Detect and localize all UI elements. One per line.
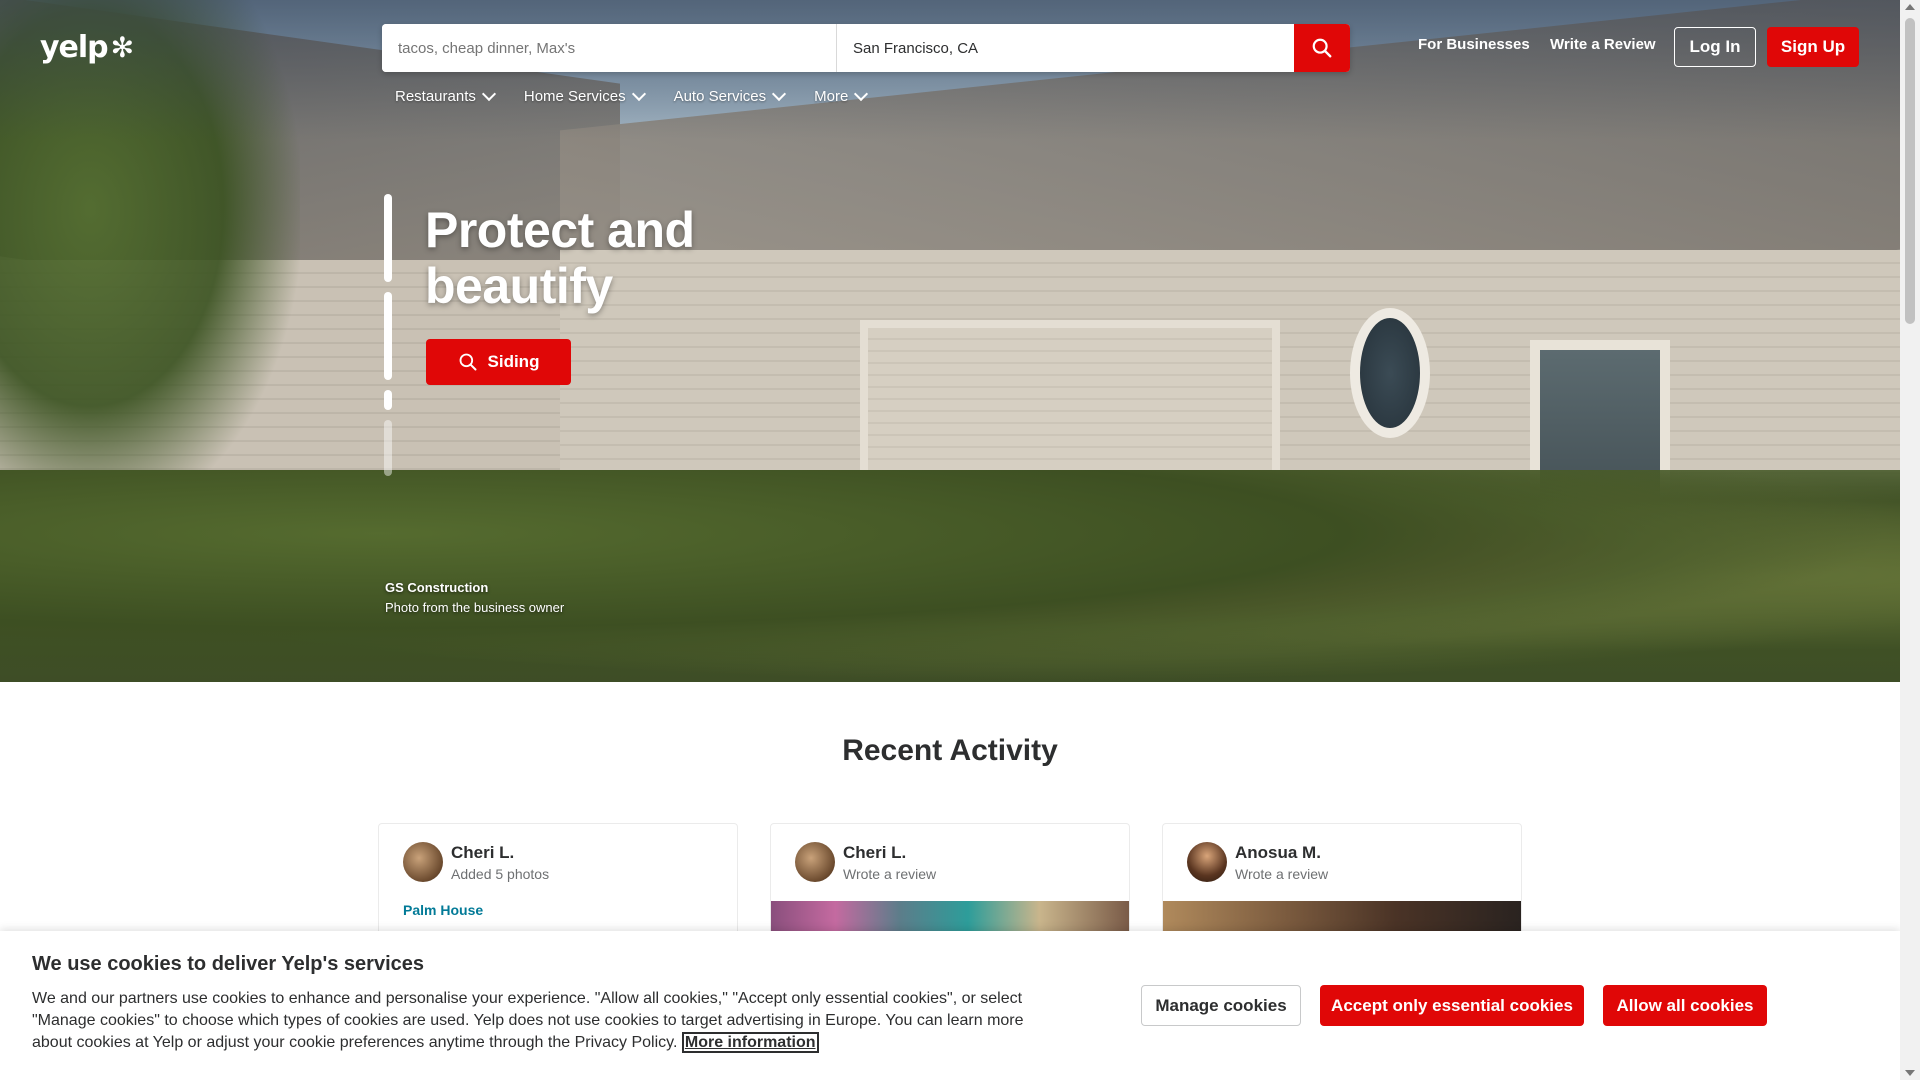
cookie-title: We use cookies to deliver Yelp's service… [32, 953, 425, 975]
photo-credit-business[interactable]: GS Construction [385, 578, 564, 598]
activity-user-name[interactable]: Cheri L. [451, 843, 514, 863]
avatar[interactable] [403, 842, 443, 882]
photo-credit-caption: Photo from the business owner [385, 600, 565, 615]
search-near-input[interactable] [837, 24, 1294, 72]
activity-action: Wrote a review [843, 866, 937, 882]
activity-user-name[interactable]: Cheri L. [843, 843, 906, 863]
carousel-segment[interactable] [384, 390, 392, 410]
activity-action: Wrote a review [1235, 866, 1329, 882]
yelp-logo[interactable]: yelp ✻ [40, 30, 134, 65]
hero-photo-round-window [1350, 308, 1430, 438]
logo-text: yelp [40, 30, 109, 65]
photo-credit: GS Construction Photo from the business … [385, 578, 564, 618]
search-icon [1312, 38, 1332, 58]
carousel-segment-active[interactable] [384, 194, 392, 282]
hero-photo-hedge [0, 470, 1900, 682]
carousel-segment[interactable] [384, 292, 392, 380]
allow-all-cookies-button[interactable]: Allow all cookies [1603, 985, 1767, 1026]
hero-title: Protect and beautify [425, 202, 695, 314]
carousel-segment[interactable] [384, 420, 392, 476]
cookie-body: We and our partners use cookies to enhan… [32, 988, 1032, 1054]
manage-cookies-button[interactable]: Manage cookies [1141, 985, 1301, 1026]
sign-up-button[interactable]: Sign Up [1767, 27, 1859, 67]
cookie-body-text: We and our partners use cookies to enhan… [32, 990, 1024, 1051]
activity-action: Added 5 photos [451, 866, 550, 882]
avatar[interactable] [1187, 842, 1227, 882]
avatar[interactable] [795, 842, 835, 882]
nav-label: Home Services [523, 88, 626, 105]
log-in-button[interactable]: Log In [1674, 27, 1756, 67]
scroll-down-arrow-icon[interactable] [1905, 1070, 1915, 1076]
activity-user-name[interactable]: Anosua M. [1235, 843, 1321, 863]
search-bar [382, 24, 1350, 72]
for-businesses-link[interactable]: For Businesses [1418, 36, 1530, 53]
hero-cta-button[interactable]: Siding [426, 339, 571, 385]
scrollbar-thumb[interactable] [1905, 18, 1915, 324]
nav-auto-services[interactable]: Auto Services [673, 86, 787, 105]
category-nav: Restaurants Home Services Auto Services … [395, 86, 869, 105]
hero-cta-label: Siding [487, 352, 540, 371]
recent-activity-title: Recent Activity [842, 734, 1058, 767]
search-find-input[interactable] [382, 24, 837, 72]
nav-more[interactable]: More [814, 86, 869, 105]
accept-essential-cookies-button[interactable]: Accept only essential cookies [1320, 985, 1584, 1026]
nav-label: More [814, 88, 849, 105]
scroll-up-arrow-icon[interactable] [1905, 4, 1915, 10]
nav-home-services[interactable]: Home Services [523, 86, 646, 105]
nav-restaurants[interactable]: Restaurants [395, 86, 496, 105]
hero-banner [0, 0, 1900, 682]
search-button[interactable] [1294, 24, 1350, 72]
search-icon [459, 353, 477, 371]
chevron-down-icon [854, 86, 869, 102]
chevron-down-icon [772, 86, 787, 102]
page-scrollbar[interactable] [1900, 0, 1920, 1080]
nav-label: Auto Services [673, 88, 767, 105]
hero-carousel-indicator [384, 194, 394, 486]
yelp-burst-icon: ✻ [110, 31, 134, 64]
write-review-link[interactable]: Write a Review [1550, 36, 1656, 53]
nav-label: Restaurants [395, 88, 476, 105]
chevron-down-icon [481, 86, 496, 102]
chevron-down-icon [631, 86, 646, 102]
more-information-link[interactable]: More information [681, 1032, 819, 1053]
activity-business-link[interactable]: Palm House [403, 902, 483, 918]
